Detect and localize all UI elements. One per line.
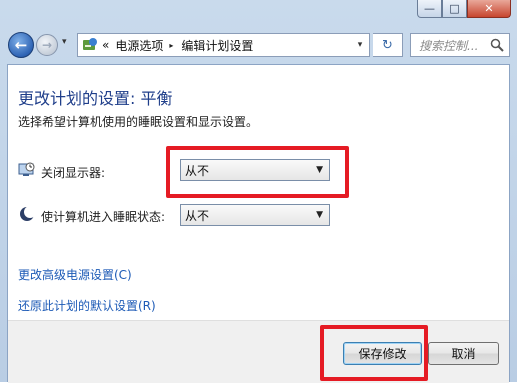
- chevron-down-icon: ▼: [316, 210, 323, 220]
- moon-sleep-icon: [20, 206, 36, 221]
- breadcrumb-overflow[interactable]: «: [102, 38, 109, 52]
- button-bar: 保存修改 取消: [8, 320, 509, 383]
- refresh-button[interactable]: ↻: [373, 33, 403, 57]
- maximize-button[interactable]: □: [442, 0, 467, 18]
- cancel-button[interactable]: 取消: [428, 342, 499, 365]
- search-input[interactable]: 搜索控制...: [419, 37, 478, 54]
- address-bar[interactable]: « 电源选项 ▸ 编辑计划设置 ▾: [77, 33, 370, 57]
- recent-pages-dropdown[interactable]: ▾: [62, 37, 67, 47]
- window-frame: — □ ✕ ← → ▾ « 电源选项 ▸ 编辑计划设置 ▾ ↻ 搜索控制...: [0, 0, 517, 383]
- navigation-bar: ← → ▾ « 电源选项 ▸ 编辑计划设置 ▾ ↻ 搜索控制...: [0, 30, 517, 62]
- magnifier-icon[interactable]: [490, 38, 504, 52]
- content-pane: 更改计划的设置: 平衡 选择希望计算机使用的睡眠设置和显示设置。 关闭显示器: …: [7, 64, 510, 383]
- page-subtitle: 选择希望计算机使用的睡眠设置和显示设置。: [18, 115, 259, 129]
- page-title: 更改计划的设置: 平衡: [18, 89, 173, 108]
- display-clock-icon: [18, 162, 35, 176]
- breadcrumb-separator-icon[interactable]: ▸: [169, 41, 173, 50]
- breadcrumb-edit-plan-settings[interactable]: 编辑计划设置: [181, 37, 253, 54]
- sleep-label: 使计算机进入睡眠状态:: [41, 210, 166, 224]
- advanced-power-settings-link[interactable]: 更改高级电源设置(C): [18, 266, 132, 283]
- breadcrumb-power-options[interactable]: 电源选项: [115, 37, 163, 54]
- highlight-box-display-select: [166, 146, 349, 198]
- back-button[interactable]: ←: [8, 32, 34, 58]
- caption-buttons: — □ ✕: [417, 0, 511, 18]
- turn-off-display-label: 关闭显示器:: [41, 166, 106, 180]
- minimize-button[interactable]: —: [417, 0, 442, 18]
- title-bar: — □ ✕: [0, 0, 517, 28]
- forward-button[interactable]: →: [36, 34, 58, 56]
- close-button[interactable]: ✕: [467, 0, 511, 18]
- sleep-value: 从不: [185, 208, 210, 223]
- search-box[interactable]: 搜索控制...: [410, 33, 510, 57]
- address-dropdown-button[interactable]: ▾: [351, 34, 369, 56]
- control-panel-icon: [83, 38, 97, 50]
- highlight-box-save-button: [320, 325, 428, 381]
- restore-defaults-link[interactable]: 还原此计划的默认设置(R): [18, 297, 156, 314]
- sleep-select[interactable]: 从不 ▼: [180, 204, 330, 226]
